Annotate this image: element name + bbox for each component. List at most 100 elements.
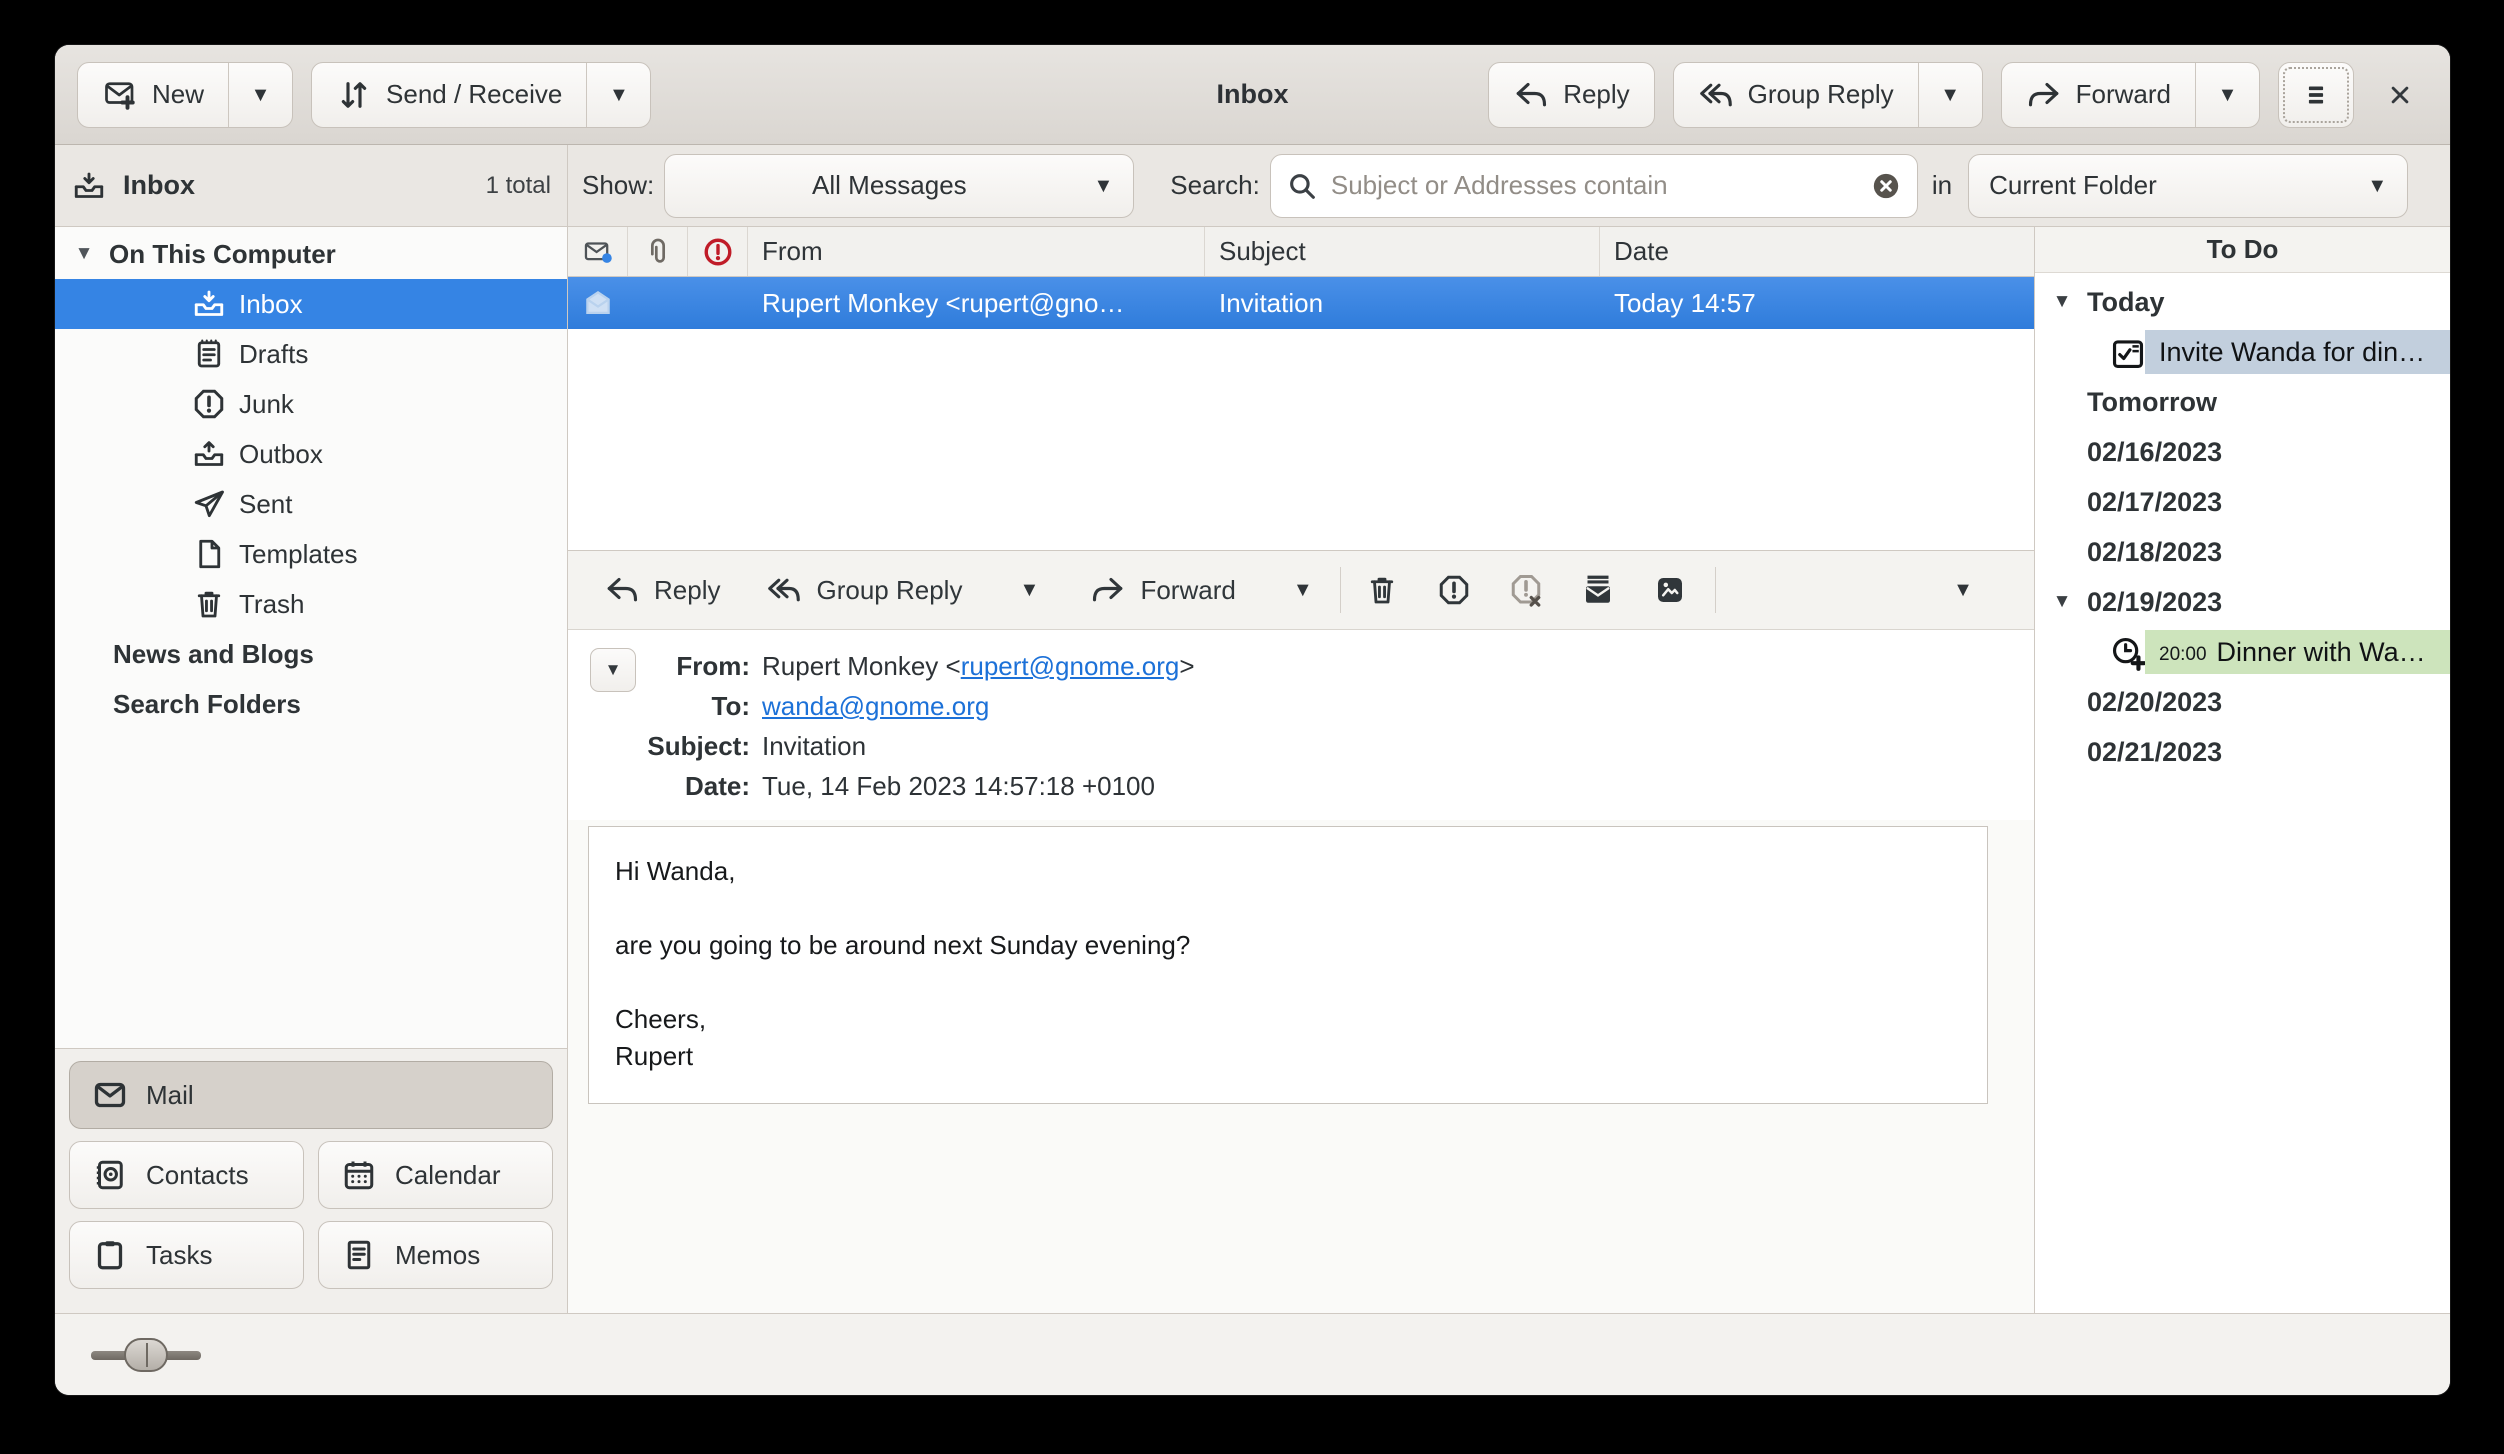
- date-label: Date:: [568, 766, 750, 806]
- hamburger-menu-button[interactable]: [2278, 62, 2354, 128]
- sidebar-item-inbox[interactable]: Inbox: [55, 279, 567, 329]
- window-close-button[interactable]: [2372, 67, 2428, 123]
- date-column-header[interactable]: Date: [1600, 227, 2034, 276]
- chevron-down-icon: ▼: [1020, 580, 1040, 600]
- junk-icon: [191, 386, 227, 422]
- search-box: [1270, 154, 1918, 218]
- memos-view-button[interactable]: Memos: [318, 1221, 553, 1289]
- unread-envelope-icon: [1580, 572, 1616, 608]
- preview-reply-button[interactable]: Reply: [588, 561, 736, 619]
- mark-not-junk-button[interactable]: [1497, 561, 1555, 619]
- pane-resize-handle[interactable]: [91, 1338, 201, 1372]
- todo-group-date[interactable]: 02/17/2023: [2035, 477, 2450, 527]
- todo-task-item[interactable]: Invite Wanda for din…: [2035, 327, 2450, 377]
- sidebar-item-sent[interactable]: Sent: [55, 479, 567, 529]
- new-dropdown-button[interactable]: ▼: [228, 63, 292, 127]
- forward-split-button: Forward ▼: [2001, 62, 2260, 128]
- sidebar-item-search-folders[interactable]: Search Folders: [55, 679, 567, 729]
- delete-message-button[interactable]: [1353, 561, 1411, 619]
- send-receive-split-button: Send / Receive ▼: [311, 62, 651, 128]
- send-receive-dropdown-button[interactable]: ▼: [586, 63, 650, 127]
- sidebar-item-label: Junk: [239, 389, 294, 420]
- sidebar-item-templates[interactable]: Templates: [55, 529, 567, 579]
- header-left-group: New ▼ Send / Receive ▼: [77, 62, 651, 128]
- todo-pane-title: To Do: [2035, 227, 2450, 273]
- contacts-view-button[interactable]: Contacts: [69, 1141, 304, 1209]
- tasks-icon: [92, 1237, 128, 1273]
- sidebar-item-label: Templates: [239, 539, 358, 570]
- preview-reply-label: Reply: [654, 575, 720, 606]
- todo-group-date[interactable]: 02/18/2023: [2035, 527, 2450, 577]
- show-filter-dropdown[interactable]: All Messages ▼: [664, 154, 1134, 218]
- todo-group-date[interactable]: 02/21/2023: [2035, 727, 2450, 777]
- message-row[interactable]: Rupert Monkey <rupert@gno… Invitation To…: [568, 277, 2034, 329]
- chevron-down-icon: ▼: [1953, 580, 1973, 600]
- trash-icon: [191, 586, 227, 622]
- tree-root-on-this-computer[interactable]: ▼ On This Computer: [55, 229, 567, 279]
- todo-group-tomorrow[interactable]: Tomorrow: [2035, 377, 2450, 427]
- todo-group-date[interactable]: 02/20/2023: [2035, 677, 2450, 727]
- collapse-headers-button[interactable]: ▼: [590, 648, 636, 692]
- expander-icon[interactable]: ▼: [71, 243, 97, 265]
- important-column-header[interactable]: [688, 227, 748, 276]
- send-receive-button-label: Send / Receive: [386, 79, 562, 110]
- group-reply-icon: [766, 572, 802, 608]
- sidebar-item-label: Inbox: [239, 289, 303, 320]
- todo-task-label: Invite Wanda for din…: [2159, 337, 2425, 368]
- mark-junk-button[interactable]: [1425, 561, 1483, 619]
- mail-view-button[interactable]: Mail: [69, 1061, 553, 1129]
- sidebar-item-news-and-blogs[interactable]: News and Blogs: [55, 629, 567, 679]
- sidebar-item-trash[interactable]: Trash: [55, 579, 567, 629]
- todo-group-label: 02/21/2023: [2035, 737, 2222, 768]
- close-icon: [2385, 80, 2415, 110]
- current-folder-summary: Inbox 1 total: [55, 145, 568, 226]
- calendar-view-button[interactable]: Calendar: [318, 1141, 553, 1209]
- tasks-view-button[interactable]: Tasks: [69, 1221, 304, 1289]
- mark-unread-button[interactable]: [1569, 561, 1627, 619]
- status-column-header[interactable]: [568, 227, 628, 276]
- todo-group-today[interactable]: ▼ Today: [2035, 277, 2450, 327]
- message-row-status: [568, 286, 628, 320]
- new-mail-icon: [102, 77, 138, 113]
- main-area: ▼ On This Computer Inbox Drafts Junk: [55, 227, 2450, 1313]
- todo-group-label: 02/17/2023: [2035, 487, 2222, 518]
- from-column-header[interactable]: From: [748, 227, 1205, 276]
- todo-event-item[interactable]: 20:00 Dinner with Wa…: [2035, 627, 2450, 677]
- forward-button[interactable]: Forward: [2002, 63, 2195, 127]
- subject-column-header[interactable]: Subject: [1205, 227, 1600, 276]
- expander-icon[interactable]: ▼: [2049, 591, 2075, 613]
- group-reply-button[interactable]: Group Reply: [1674, 63, 1918, 127]
- sidebar-item-junk[interactable]: Junk: [55, 379, 567, 429]
- todo-pane: To Do ▼ Today Invite Wanda for din… Tomo…: [2034, 227, 2450, 1313]
- group-reply-dropdown-button[interactable]: ▼: [1918, 63, 1982, 127]
- preview-forward-button[interactable]: Forward: [1074, 561, 1251, 619]
- attachment-column-header[interactable]: [628, 227, 688, 276]
- to-email-link[interactable]: wanda@gnome.org: [762, 691, 989, 721]
- preview-more-options-dropdown[interactable]: ▼: [1938, 561, 1988, 619]
- search-scope-dropdown[interactable]: Current Folder ▼: [1968, 154, 2408, 218]
- todo-group-date[interactable]: 02/16/2023: [2035, 427, 2450, 477]
- sidebar-item-drafts[interactable]: Drafts: [55, 329, 567, 379]
- send-receive-button[interactable]: Send / Receive: [312, 63, 586, 127]
- todo-group-label: 02/16/2023: [2035, 437, 2222, 468]
- sidebar-item-outbox[interactable]: Outbox: [55, 429, 567, 479]
- search-input[interactable]: [1331, 170, 1857, 201]
- todo-task-highlight: Invite Wanda for din…: [2145, 330, 2450, 374]
- new-button[interactable]: New: [78, 63, 228, 127]
- forward-button-label: Forward: [2076, 79, 2171, 110]
- preview-group-reply-button[interactable]: Group Reply: [750, 561, 978, 619]
- mail-icon: [92, 1077, 128, 1113]
- clear-search-icon[interactable]: [1869, 169, 1903, 203]
- todo-event-highlight: 20:00 Dinner with Wa…: [2145, 630, 2450, 674]
- expander-icon[interactable]: ▼: [2049, 291, 2075, 313]
- pane-handle-knob[interactable]: [124, 1338, 168, 1372]
- screen: New ▼ Send / Receive ▼ Inbox: [0, 0, 2504, 1454]
- todo-group-date-expanded[interactable]: ▼ 02/19/2023: [2035, 577, 2450, 627]
- load-remote-images-button[interactable]: [1641, 561, 1699, 619]
- forward-dropdown-button[interactable]: ▼: [2195, 63, 2259, 127]
- reply-button[interactable]: Reply: [1488, 62, 1654, 128]
- from-email-link[interactable]: rupert@gnome.org: [961, 651, 1180, 681]
- preview-group-reply-dropdown[interactable]: ▼: [1004, 561, 1054, 619]
- from-column-label: From: [762, 236, 823, 267]
- preview-forward-dropdown[interactable]: ▼: [1278, 561, 1328, 619]
